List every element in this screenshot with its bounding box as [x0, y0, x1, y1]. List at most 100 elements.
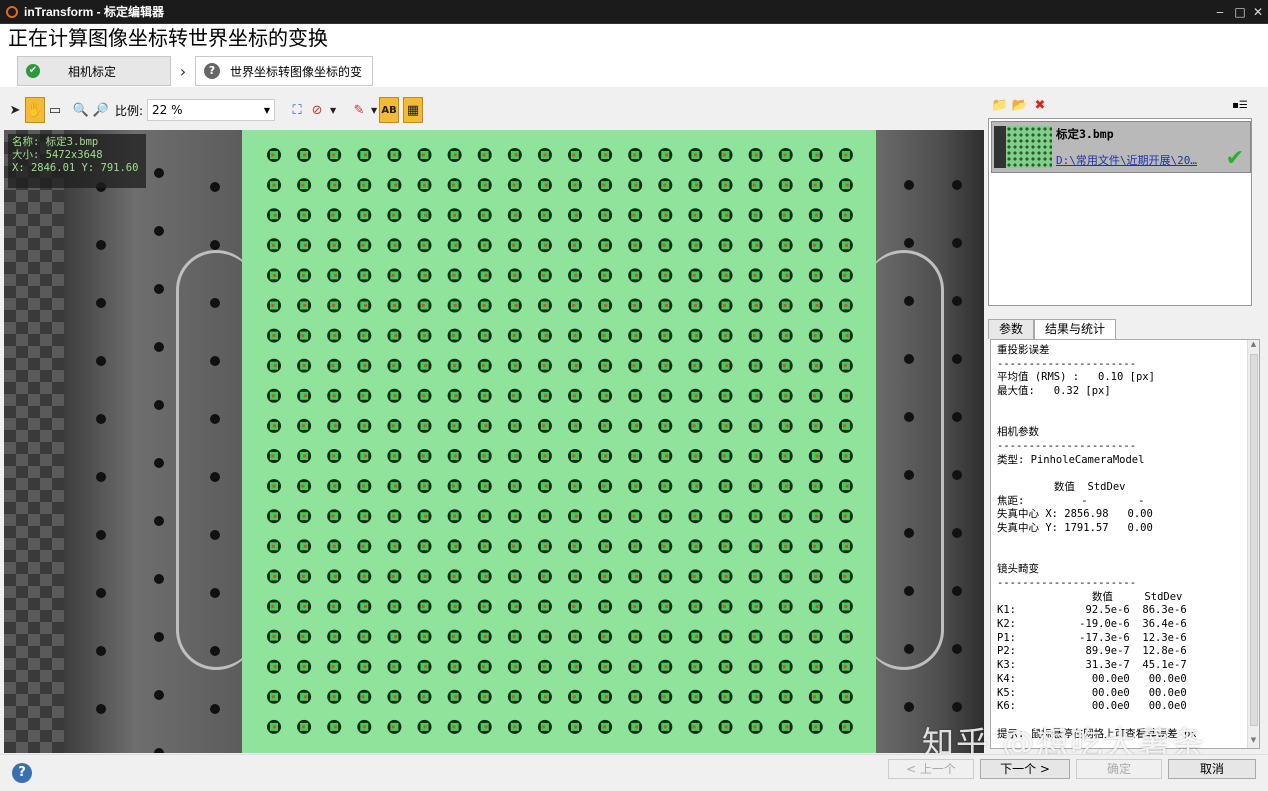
pointer-tool-icon[interactable]: ➤ [5, 97, 25, 123]
grid-toggle-icon[interactable]: ▦ [403, 97, 424, 123]
results-scrollbar[interactable]: ▲ ▼ [1247, 340, 1259, 748]
prev-button[interactable]: < 上一个 [888, 759, 974, 779]
reprojection-point [574, 514, 578, 518]
reprojection-point [665, 304, 668, 307]
labels-toggle-icon[interactable]: AB [379, 97, 400, 123]
reprojection-point [272, 334, 276, 338]
reprojection-point [542, 213, 546, 217]
reprojection-point [693, 213, 697, 217]
image-name: 名称: 标定3.bmp [12, 136, 99, 148]
reprojection-point [392, 364, 396, 368]
reprojection-point [301, 334, 305, 338]
reprojection-point [273, 213, 277, 217]
fit-view-icon[interactable]: ⛶ [287, 97, 307, 123]
help-icon[interactable]: ? [12, 763, 32, 783]
chevron-down-icon[interactable]: ▼ [369, 97, 379, 123]
reprojection-point [815, 454, 819, 458]
list-item[interactable]: 标定3.bmp D:\常用文件\近期开展\20… ✔ [991, 121, 1251, 173]
step-world-to-image[interactable]: ? 世界坐标转图像坐标的变 [195, 56, 373, 86]
minimize-icon[interactable]: ‒ [1212, 4, 1228, 20]
tab-parameters[interactable]: 参数 [988, 319, 1035, 339]
next-button[interactable]: 下一个 > [980, 759, 1070, 779]
reprojection-point [542, 514, 546, 518]
ok-button[interactable]: 确定 [1076, 759, 1162, 779]
reprojection-point [393, 394, 397, 398]
delete-icon[interactable]: ✖ [1030, 95, 1050, 115]
reprojection-point [845, 334, 849, 338]
chevron-down-icon[interactable]: ▼ [327, 97, 339, 123]
reprojection-point [755, 544, 759, 548]
reprojection-point [272, 635, 276, 639]
reprojection-point [692, 273, 696, 277]
step-camera-calibration[interactable]: ✔ 相机标定 [17, 56, 171, 86]
pegboard-hole [904, 238, 914, 248]
scrollbar-thumb[interactable] [1250, 354, 1258, 726]
reprojection-point [604, 544, 608, 548]
reprojection-point [663, 635, 667, 639]
reprojection-point [725, 514, 729, 518]
close-icon[interactable]: ✕ [1250, 4, 1266, 20]
reprojection-point [574, 574, 578, 578]
reprojection-point [273, 665, 277, 669]
reprojection-point [362, 574, 366, 578]
scale-select[interactable]: 22 % ▼ [147, 99, 276, 121]
reprojection-point [783, 454, 787, 458]
cancel-button[interactable]: 取消 [1168, 759, 1256, 779]
pegboard-hole [952, 412, 962, 422]
reprojection-point [512, 484, 516, 488]
reprojection-point [663, 725, 667, 729]
scroll-up-icon[interactable]: ▲ [1248, 340, 1259, 352]
pegboard-hole [210, 703, 220, 714]
reprojection-point [813, 394, 817, 398]
image-viewer[interactable]: 名称: 标定3.bmp 大小: 5472x3648 X: 2846.01 Y: … [4, 130, 984, 753]
reprojection-point [604, 605, 608, 608]
ruler-icon[interactable]: ▭ [45, 97, 65, 123]
axis-toggle-icon[interactable]: ⊘ [307, 97, 327, 123]
app-logo-icon [6, 5, 18, 18]
zoom-in-icon[interactable]: 🔍 [71, 97, 91, 123]
reprojection-point [484, 424, 488, 428]
reprojection-point [363, 364, 367, 368]
reprojection-point [632, 665, 636, 669]
reprojection-point [754, 213, 758, 217]
reprojection-point [361, 695, 365, 699]
maximize-icon[interactable]: □ [1232, 4, 1248, 20]
file-path-link[interactable]: D:\常用文件\近期开展\20… [1056, 152, 1216, 168]
pegboard-hole [952, 180, 962, 190]
reprojection-point [513, 665, 517, 669]
right-panel: 📁 📂 ✖ ▪☰ 标定3.bmp D:\常用文件\近期开展\20… ✔ 参数 结… [986, 92, 1264, 752]
draw-tool-icon[interactable]: ✎ [349, 97, 369, 123]
reprojection-point [632, 213, 636, 217]
pegboard-hole [210, 239, 220, 250]
tab-results-statistics[interactable]: 结果与统计 [1034, 319, 1117, 339]
reprojection-point [814, 273, 818, 277]
reprojection-point [783, 213, 786, 217]
reprojection-point [785, 725, 789, 729]
reprojection-point [663, 424, 667, 428]
reprojection-point [755, 394, 759, 398]
scroll-down-icon[interactable]: ▼ [1248, 736, 1259, 748]
reprojection-point [754, 153, 758, 157]
reprojection-point [603, 273, 606, 277]
pegboard-hole [952, 586, 962, 596]
reprojection-point [843, 273, 847, 277]
reprojection-point [452, 725, 456, 729]
view-options-icon[interactable]: ▪☰ [1230, 95, 1250, 115]
reprojection-point [482, 665, 485, 669]
add-folder-icon[interactable]: 📂 [1010, 95, 1030, 115]
open-folder-icon[interactable]: 📁 [990, 95, 1010, 115]
reprojection-point [814, 725, 818, 729]
reprojection-point [634, 183, 638, 187]
reprojection-point [364, 304, 367, 307]
reprojection-point [544, 484, 548, 488]
calibrated-check-icon: ✔ [1225, 146, 1244, 171]
reprojection-point [302, 514, 306, 518]
image-thumbnail [994, 126, 1052, 168]
reprojection-point [303, 243, 307, 247]
reprojection-point [273, 574, 277, 578]
zoom-out-icon[interactable]: 🔎 [91, 97, 111, 123]
pan-hand-icon[interactable]: ✋ [25, 97, 45, 123]
reprojection-point [722, 605, 726, 608]
reprojection-point [603, 213, 607, 217]
pegboard-hole [904, 470, 914, 480]
